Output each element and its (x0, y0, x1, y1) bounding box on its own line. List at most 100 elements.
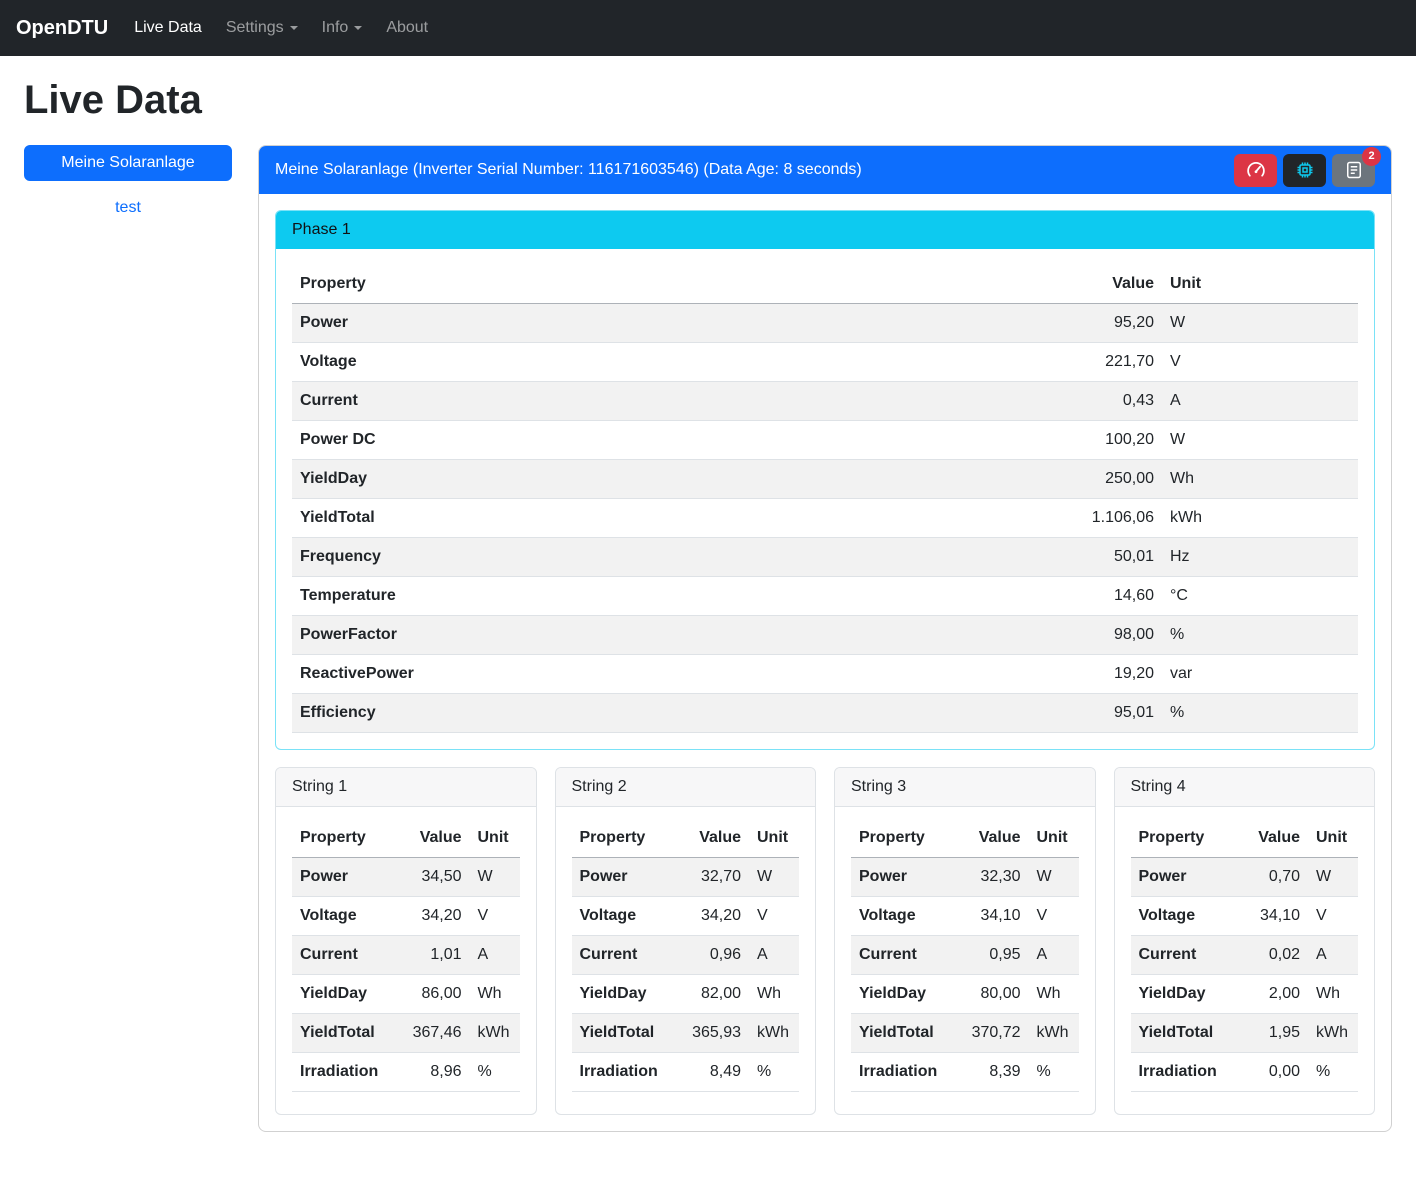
table-row: Power 34,50 W (292, 858, 520, 897)
row-value: 50,01 (1042, 538, 1162, 577)
row-property: Current (292, 936, 398, 975)
row-property: Irradiation (851, 1053, 957, 1092)
row-value: 1.106,06 (1042, 499, 1162, 538)
row-unit: Wh (470, 975, 520, 1014)
row-property: Voltage (851, 897, 957, 936)
inverter-info-button[interactable] (1283, 154, 1326, 187)
string-card-title: String 4 (1131, 778, 1186, 795)
string-card-title: String 2 (572, 778, 627, 795)
nav-item-info[interactable]: Info (314, 11, 371, 45)
row-value: 32,70 (677, 858, 749, 897)
column-header-value: Value (1236, 819, 1308, 858)
column-header-property: Property (1131, 819, 1237, 858)
column-header-unit: Unit (749, 819, 799, 858)
table-row: Power 0,70 W (1131, 858, 1359, 897)
page-title: Live Data (24, 78, 1416, 123)
panel-body: Phase 1 Property Value Unit Power 95,20 … (259, 194, 1391, 1131)
phase-card: Phase 1 Property Value Unit Power 95,20 … (275, 210, 1375, 750)
nav-item-live-data[interactable]: Live Data (126, 11, 210, 45)
row-property: YieldDay (851, 975, 957, 1014)
row-value: 32,30 (957, 858, 1029, 897)
row-value: 0,43 (1042, 382, 1162, 421)
column-header-unit: Unit (470, 819, 520, 858)
string-card-4: String 4 Property Value Unit Power 0,70 … (1114, 767, 1376, 1115)
table-row: Current 0,43 A (292, 382, 1358, 421)
row-unit: % (470, 1053, 520, 1092)
column-header-unit: Unit (1162, 265, 1358, 304)
row-unit: kWh (1308, 1014, 1358, 1053)
nav-item-settings[interactable]: Settings (218, 11, 306, 45)
row-unit: V (470, 897, 520, 936)
row-unit: Wh (749, 975, 799, 1014)
eventlog-button[interactable]: 2 (1332, 154, 1375, 187)
row-value: 34,10 (1236, 897, 1308, 936)
row-value: 0,96 (677, 936, 749, 975)
table-header-row: Property Value Unit (851, 819, 1079, 858)
limit-settings-button[interactable] (1234, 154, 1277, 187)
navbar-brand[interactable]: OpenDTU (16, 17, 108, 40)
string-card-header: String 1 (276, 768, 536, 807)
column-header-value: Value (1042, 265, 1162, 304)
row-property: Irradiation (1131, 1053, 1237, 1092)
row-value: 370,72 (957, 1014, 1029, 1053)
inverter-button-meine-solaranlage[interactable]: Meine Solaranlage (24, 145, 232, 181)
string-card-body: Property Value Unit Power 32,70 W Voltag… (556, 807, 816, 1114)
row-unit: V (1029, 897, 1079, 936)
row-unit: kWh (749, 1014, 799, 1053)
row-value: 365,93 (677, 1014, 749, 1053)
table-row: YieldTotal 1,95 kWh (1131, 1014, 1359, 1053)
string-table: Property Value Unit Power 0,70 W Voltage… (1131, 819, 1359, 1092)
row-unit: W (470, 858, 520, 897)
strings-grid: String 1 Property Value Unit Power 34,50… (275, 767, 1375, 1115)
column-header-property: Property (572, 819, 678, 858)
phase-card-header: Phase 1 (276, 211, 1374, 249)
row-property: Current (851, 936, 957, 975)
column-header-property: Property (292, 265, 1042, 304)
row-value: 82,00 (677, 975, 749, 1014)
string-card-1: String 1 Property Value Unit Power 34,50… (275, 767, 537, 1115)
row-value: 34,50 (398, 858, 470, 897)
row-unit: % (1029, 1053, 1079, 1092)
table-row: Voltage 34,20 V (292, 897, 520, 936)
string-card-header: String 2 (556, 768, 816, 807)
nav-item-about[interactable]: About (378, 11, 436, 45)
row-unit: % (1162, 694, 1358, 733)
table-row: Voltage 34,20 V (572, 897, 800, 936)
table-row: Voltage 34,10 V (1131, 897, 1359, 936)
row-property: Power (1131, 858, 1237, 897)
row-value: 19,20 (1042, 655, 1162, 694)
row-unit: A (749, 936, 799, 975)
row-property: Power (292, 304, 1042, 343)
row-value: 95,20 (1042, 304, 1162, 343)
row-property: YieldDay (292, 460, 1042, 499)
navbar: OpenDTU Live DataSettingsInfoAbout (0, 0, 1416, 56)
string-card-2: String 2 Property Value Unit Power 32,70… (555, 767, 817, 1115)
table-row: PowerFactor 98,00 % (292, 616, 1358, 655)
table-header-row: Property Value Unit (292, 265, 1358, 304)
row-property: Temperature (292, 577, 1042, 616)
phase-card-body: Property Value Unit Power 95,20 W Voltag… (276, 249, 1374, 749)
phase-table: Property Value Unit Power 95,20 W Voltag… (292, 265, 1358, 733)
row-property: YieldTotal (1131, 1014, 1237, 1053)
row-value: 0,02 (1236, 936, 1308, 975)
table-row: Current 1,01 A (292, 936, 520, 975)
row-value: 0,00 (1236, 1053, 1308, 1092)
string-card-body: Property Value Unit Power 32,30 W Voltag… (835, 807, 1095, 1114)
table-row: Irradiation 0,00 % (1131, 1053, 1359, 1092)
row-value: 0,95 (957, 936, 1029, 975)
row-property: Voltage (1131, 897, 1237, 936)
caret-down-icon (354, 26, 362, 30)
table-row: Current 0,96 A (572, 936, 800, 975)
table-row: Current 0,95 A (851, 936, 1079, 975)
inverter-button-test[interactable]: test (24, 199, 232, 217)
row-value: 34,20 (677, 897, 749, 936)
column-header-unit: Unit (1029, 819, 1079, 858)
string-table: Property Value Unit Power 32,70 W Voltag… (572, 819, 800, 1092)
speedometer-icon (1246, 160, 1266, 180)
row-property: YieldTotal (851, 1014, 957, 1053)
row-unit: % (1162, 616, 1358, 655)
row-unit: A (470, 936, 520, 975)
row-property: YieldDay (1131, 975, 1237, 1014)
table-row: YieldDay 2,00 Wh (1131, 975, 1359, 1014)
journal-icon (1344, 160, 1364, 180)
